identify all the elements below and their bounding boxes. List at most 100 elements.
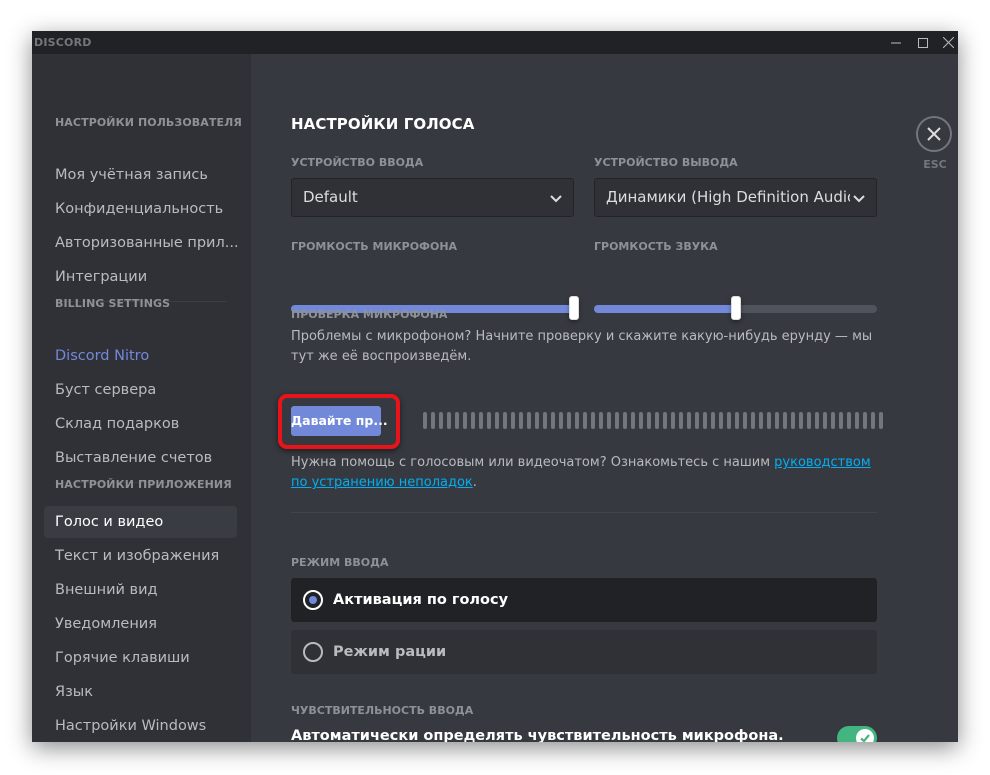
sidebar-header-app-settings: НАСТРОЙКИ ПРИЛОЖЕНИЯ — [55, 478, 232, 491]
maximize-icon — [918, 37, 928, 48]
meter-bar — [591, 412, 595, 429]
meter-bar — [671, 412, 675, 429]
sidebar-item-privacy[interactable]: Конфиденциальность — [44, 193, 237, 225]
sidebar-item-windows-settings[interactable]: Настройки Windows — [44, 710, 237, 742]
meter-bar — [447, 412, 451, 429]
slider-handle[interactable] — [731, 296, 741, 320]
close-settings-button[interactable] — [916, 116, 952, 152]
radio-unselected-icon — [303, 642, 323, 662]
auto-sensitivity-toggle[interactable] — [837, 726, 877, 742]
meter-bar — [775, 412, 779, 429]
meter-bar — [855, 412, 859, 429]
sidebar-item-gift-inventory[interactable]: Склад подарков — [44, 408, 237, 440]
page-title: НАСТРОЙКИ ГОЛОСА — [291, 115, 475, 133]
auto-sensitivity-label: Автоматически определять чувствительност… — [291, 728, 784, 742]
output-volume-slider[interactable] — [594, 296, 877, 320]
discord-window: DISCORD НАСТРОЙКИ ПОЛЬЗОВАТЕЛЯ Моя учётн… — [32, 31, 958, 742]
meter-bar — [767, 412, 771, 429]
meter-bar — [575, 412, 579, 429]
meter-bar — [783, 412, 787, 429]
meter-bar — [623, 412, 627, 429]
sidebar-item-voice-video[interactable]: Голос и видео — [44, 506, 237, 538]
sidebar-item-integrations[interactable]: Интеграции — [44, 261, 237, 293]
input-device-select[interactable]: Default — [291, 178, 574, 217]
meter-bar — [799, 412, 803, 429]
meter-bar — [583, 412, 587, 429]
sidebar-item-text-images[interactable]: Текст и изображения — [44, 540, 237, 572]
meter-bar — [703, 412, 707, 429]
meter-bar — [751, 412, 755, 429]
sidebar-item-notifications[interactable]: Уведомления — [44, 608, 237, 640]
input-mode-label: РЕЖИМ ВВОДА — [291, 556, 389, 569]
meter-bar — [871, 412, 875, 429]
radio-label: Режим рации — [333, 644, 447, 660]
help-text-before: Нужна помощь с голосовым или видеочатом?… — [291, 455, 775, 470]
sidebar-item-authorized-apps[interactable]: Авторизованные прил... — [44, 227, 239, 259]
meter-bar — [487, 412, 491, 429]
minimize-icon — [891, 42, 901, 43]
app-logo: DISCORD — [34, 36, 92, 49]
meter-bar — [735, 412, 739, 429]
esc-label: ESC — [923, 158, 947, 171]
sidebar-header-billing: BILLING SETTINGS — [55, 297, 171, 310]
sidebar-item-my-account[interactable]: Моя учётная запись — [44, 159, 237, 191]
sidebar-item-discord-nitro[interactable]: Discord Nitro — [44, 340, 237, 372]
meter-bar — [831, 412, 835, 429]
mic-test-description: Проблемы с микрофоном? Начните проверку … — [291, 329, 873, 364]
sidebar-item-keybinds[interactable]: Горячие клавиши — [44, 642, 237, 674]
sidebar-item-appearance[interactable]: Внешний вид — [44, 574, 237, 606]
slider-handle[interactable] — [569, 296, 579, 320]
input-device-value: Default — [303, 188, 358, 206]
mic-test-label: ПРОВЕРКА МИКРОФОНА — [291, 308, 448, 321]
settings-content: НАСТРОЙКИ ГОЛОСА УСТРОЙСТВО ВВОДА Defaul… — [251, 54, 958, 742]
window-close-button[interactable] — [936, 31, 958, 54]
meter-bar — [471, 412, 475, 429]
close-settings: ESC — [916, 116, 954, 171]
sidebar-item-billing[interactable]: Выставление счетов — [44, 442, 237, 474]
sensitivity-label: ЧУВСТВИТЕЛЬНОСТЬ ВВОДА — [291, 704, 474, 717]
meter-bar — [455, 412, 459, 429]
meter-bar — [823, 412, 827, 429]
meter-bar — [519, 412, 523, 429]
sidebar-item-language[interactable]: Язык — [44, 676, 237, 708]
section-divider — [291, 512, 877, 513]
meter-bar — [479, 412, 483, 429]
meter-bar — [567, 412, 571, 429]
toggle-knob — [856, 729, 874, 742]
lets-check-button[interactable]: Давайте пр... — [291, 406, 388, 436]
chevron-down-icon — [550, 195, 562, 203]
radio-voice-activity[interactable]: Активация по голосу — [291, 578, 877, 622]
sidebar-item-server-boost[interactable]: Буст сервера — [44, 374, 237, 406]
radio-selected-icon — [303, 590, 323, 610]
radio-dot — [309, 596, 317, 604]
output-device-select[interactable]: Динамики (High Definition Audio Device) — [594, 178, 877, 217]
minimize-button[interactable] — [884, 31, 908, 54]
meter-bar — [463, 412, 467, 429]
meter-bar — [759, 412, 763, 429]
meter-bar — [527, 412, 531, 429]
meter-bar — [511, 412, 515, 429]
meter-bar — [655, 412, 659, 429]
input-device-label: УСТРОЙСТВО ВВОДА — [291, 156, 424, 169]
meter-bar — [663, 412, 667, 429]
meter-bar — [727, 412, 731, 429]
meter-bar — [719, 412, 723, 429]
meter-bar — [543, 412, 547, 429]
radio-push-to-talk[interactable]: Режим рации — [291, 630, 877, 674]
meter-bar — [807, 412, 811, 429]
maximize-button[interactable] — [911, 31, 935, 54]
meter-bar — [839, 412, 843, 429]
sidebar-header-user-settings: НАСТРОЙКИ ПОЛЬЗОВАТЕЛЯ — [55, 116, 242, 129]
output-volume-label: ГРОМКОСТЬ ЗВУКА — [594, 240, 718, 253]
meter-bar — [791, 412, 795, 429]
meter-bar — [551, 412, 555, 429]
meter-bar — [815, 412, 819, 429]
meter-bar — [695, 412, 699, 429]
meter-bar — [679, 412, 683, 429]
meter-bar — [847, 412, 851, 429]
meter-bar — [503, 412, 507, 429]
output-device-label: УСТРОЙСТВО ВЫВОДА — [594, 156, 738, 169]
meter-bar — [863, 412, 867, 429]
meter-bar — [879, 412, 883, 429]
meter-bar — [423, 412, 427, 429]
